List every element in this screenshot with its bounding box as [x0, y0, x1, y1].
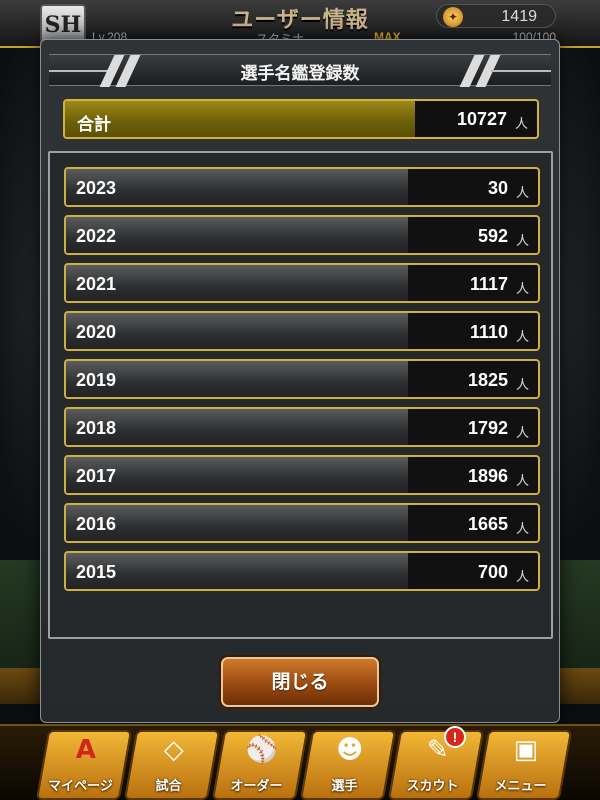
year-count: 592	[477, 226, 508, 246]
year-count: 1896	[467, 466, 508, 486]
year-count: 30	[487, 178, 508, 198]
coin-counter: ✦ 1419	[436, 4, 556, 28]
mypage-icon: A	[75, 735, 96, 765]
year-label: 2019	[76, 370, 117, 390]
row-fill	[66, 457, 408, 493]
nav-label: メニュー	[494, 779, 547, 794]
row-fill	[66, 313, 408, 349]
nav-label: 選手	[331, 779, 358, 794]
year-row: 2019 1825 人	[64, 359, 540, 399]
nav-order[interactable]: ⚾ オーダー	[211, 730, 309, 800]
total-value: 10727	[456, 109, 507, 129]
alert-badge-icon: !	[444, 726, 466, 748]
row-fill	[66, 553, 408, 589]
coin-value: 1419	[501, 8, 537, 25]
count-unit: 人	[515, 474, 529, 489]
nav-label: スカウト	[406, 779, 459, 794]
nav-label: オーダー	[230, 779, 283, 794]
year-count: 700	[477, 562, 508, 582]
count-unit: 人	[515, 570, 529, 585]
count-unit: 人	[515, 522, 529, 537]
stadium-icon: ◇	[163, 735, 184, 765]
title-decoration	[491, 70, 551, 72]
count-unit: 人	[515, 186, 529, 201]
nav-label: マイページ	[48, 779, 113, 794]
row-fill	[66, 361, 408, 397]
year-label: 2021	[76, 274, 117, 294]
coin-icon: ✦	[443, 7, 463, 27]
year-label: 2020	[76, 322, 117, 342]
nav-players[interactable]: ☻ 選手	[299, 730, 397, 800]
nav-scout[interactable]: ✎ スカウト	[387, 730, 485, 800]
year-label: 2018	[76, 418, 117, 438]
total-row: 合計 10727 人	[63, 99, 539, 139]
year-row: 2018 1792 人	[64, 407, 540, 447]
row-fill	[66, 409, 408, 445]
year-row: 2021 1117 人	[64, 263, 540, 303]
row-fill	[66, 169, 408, 205]
count-unit: 人	[515, 330, 529, 345]
close-button[interactable]: 閉じる	[221, 657, 379, 707]
count-unit: 人	[515, 234, 529, 249]
nav-game[interactable]: ◇ 試合	[123, 730, 221, 800]
row-fill	[66, 265, 408, 301]
year-label: 2023	[76, 178, 117, 198]
year-row: 2017 1896 人	[64, 455, 540, 495]
year-row: 2022 592 人	[64, 215, 540, 255]
year-row: 2015 700 人	[64, 551, 540, 591]
year-count: 1825	[467, 370, 508, 390]
year-row: 2016 1665 人	[64, 503, 540, 543]
year-label: 2022	[76, 226, 117, 246]
total-unit: 人	[514, 117, 528, 132]
lineup-icon: ⚾	[245, 735, 278, 765]
year-row: 2020 1110 人	[64, 311, 540, 351]
nav-menu[interactable]: ▣ メニュー	[475, 730, 573, 800]
player-icon: ☻	[336, 735, 364, 765]
year-label: 2015	[76, 562, 117, 582]
player-registry-modal: 選手名鑑登録数 合計 10727 人 2023 30 人 2022 592 人 …	[40, 39, 560, 723]
modal-title-bar: 選手名鑑登録数	[49, 54, 551, 87]
year-count: 1110	[469, 322, 508, 342]
year-list-panel[interactable]: 2023 30 人 2022 592 人 2021 1117 人 2020 11…	[48, 151, 553, 639]
row-fill	[66, 505, 408, 541]
row-fill	[66, 217, 408, 253]
nav-label: 試合	[155, 779, 182, 794]
year-count: 1665	[467, 514, 508, 534]
count-unit: 人	[515, 378, 529, 393]
count-unit: 人	[515, 426, 529, 441]
year-row: 2023 30 人	[64, 167, 540, 207]
year-count: 1117	[469, 274, 508, 294]
menu-icon: ▣	[513, 735, 539, 765]
year-label: 2017	[76, 466, 117, 486]
bottom-nav: A マイページ ◇ 試合 ⚾ オーダー ☻ 選手 ✎ スカウト ▣ メニュー	[0, 724, 600, 800]
total-highlight	[65, 101, 415, 137]
year-count: 1792	[467, 418, 508, 438]
year-label: 2016	[76, 514, 117, 534]
nav-mypage[interactable]: A マイページ	[35, 730, 133, 800]
count-unit: 人	[515, 282, 529, 297]
total-label: 合計	[77, 115, 111, 135]
